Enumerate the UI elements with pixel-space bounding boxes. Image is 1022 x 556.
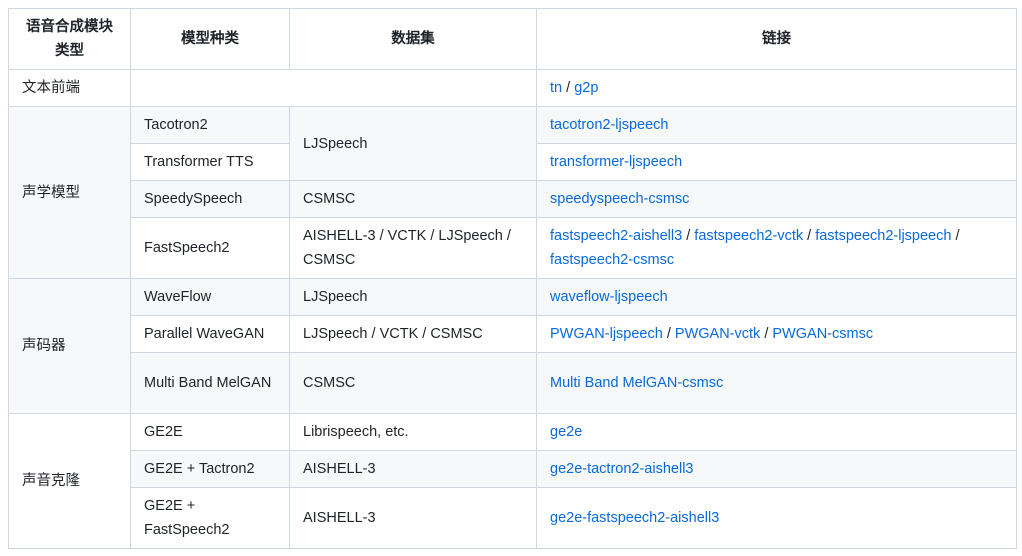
tts-modules-table: 语音合成模块类型 模型种类 数据集 链接 文本前端 tn / g2p 声学模型 Tac… xyxy=(8,8,1017,549)
model-link[interactable]: fastspeech2-csmsc xyxy=(550,252,674,268)
model-link[interactable]: tacotron2-ljspeech xyxy=(550,117,669,133)
link-separator: / xyxy=(803,228,816,244)
links-cell: speedyspeech-csmsc xyxy=(536,180,1017,218)
model-link[interactable]: PWGAN-csmsc xyxy=(772,326,873,342)
header-links: 链接 xyxy=(536,8,1017,70)
module-type-cell: 文本前端 xyxy=(8,69,131,107)
model-cell: WaveFlow xyxy=(130,278,290,316)
links-cell: Multi Band MelGAN-csmsc xyxy=(536,352,1017,414)
link-separator: / xyxy=(562,80,575,96)
model-link[interactable]: fastspeech2-ljspeech xyxy=(815,228,951,244)
model-cell: FastSpeech2 xyxy=(130,217,290,279)
model-link[interactable]: PWGAN-ljspeech xyxy=(550,326,663,342)
model-link[interactable]: waveflow-ljspeech xyxy=(550,289,668,305)
header-module-type: 语音合成模块类型 xyxy=(8,8,131,70)
links-cell: ge2e-tactron2-aishell3 xyxy=(536,450,1017,488)
dataset-cell: AISHELL-3 / VCTK / LJSpeech / CSMSC xyxy=(289,217,537,279)
header-dataset: 数据集 xyxy=(289,8,537,70)
table-row: 声音克隆 GE2E Librispeech, etc. ge2e xyxy=(8,413,1017,549)
model-cell: GE2E + Tactron2 xyxy=(130,450,290,488)
model-link[interactable]: transformer-ljspeech xyxy=(550,154,682,170)
model-link[interactable]: Multi Band MelGAN-csmsc xyxy=(550,375,723,391)
model-cell: GE2E xyxy=(130,413,290,451)
dataset-cell: Librispeech, etc. xyxy=(289,413,537,451)
model-cell: Tacotron2 xyxy=(130,106,290,144)
header-model: 模型种类 xyxy=(130,8,290,70)
model-link[interactable]: speedyspeech-csmsc xyxy=(550,191,689,207)
links-cell: tn / g2p xyxy=(536,69,1017,107)
model-cell: GE2E + FastSpeech2 xyxy=(130,487,290,549)
link-separator: / xyxy=(760,326,773,342)
dataset-cell: CSMSC xyxy=(289,352,537,414)
links-cell: tacotron2-ljspeech xyxy=(536,106,1017,144)
dataset-cell: CSMSC xyxy=(289,180,537,218)
model-cell: Multi Band MelGAN xyxy=(130,352,290,414)
model-cell: Parallel WaveGAN xyxy=(130,315,290,353)
model-cell: Transformer TTS xyxy=(130,143,290,181)
model-link[interactable]: fastspeech2-vctk xyxy=(694,228,803,244)
model-cell: SpeedySpeech xyxy=(130,180,290,218)
model-link[interactable]: ge2e xyxy=(550,424,582,440)
links-cell: fastspeech2-aishell3 / fastspeech2-vctk … xyxy=(536,217,1017,279)
table-row: 声码器 WaveFlow LJSpeech waveflow-ljspeech xyxy=(8,278,1017,414)
module-type-cell: 声音克隆 xyxy=(8,413,131,549)
table-row: SpeedySpeech CSMSC speedyspeech-csmsc xyxy=(8,180,1017,218)
dataset-cell: LJSpeech / VCTK / CSMSC xyxy=(289,315,537,353)
dataset-cell: AISHELL-3 xyxy=(289,487,537,549)
table-row: GE2E + FastSpeech2 AISHELL-3 ge2e-fastspee… xyxy=(8,487,1017,549)
table-row: GE2E + Tactron2 AISHELL-3 ge2e-tactron2-ai… xyxy=(8,450,1017,488)
table-row: 声学模型 Tacotron2 LJSpeech tacotron2-ljspeech xyxy=(8,106,1017,279)
header-row: 语音合成模块类型 模型种类 数据集 链接 xyxy=(8,8,1017,70)
table-row: Parallel WaveGAN LJSpeech / VCTK / CSMSC P… xyxy=(8,315,1017,353)
table-row: FastSpeech2 AISHELL-3 / VCTK / LJSpeech /… xyxy=(8,217,1017,279)
links-cell: waveflow-ljspeech xyxy=(536,278,1017,316)
links-cell: ge2e xyxy=(536,413,1017,451)
table-row: 文本前端 tn / g2p xyxy=(8,69,1017,107)
link-separator: / xyxy=(662,326,675,342)
model-link[interactable]: fastspeech2-aishell3 xyxy=(550,228,682,244)
table-row: Multi Band MelGAN CSMSC Multi Band MelGAN-… xyxy=(8,352,1017,414)
dataset-cell: LJSpeech xyxy=(289,278,537,316)
model-link[interactable]: PWGAN-vctk xyxy=(675,326,760,342)
link-separator: / xyxy=(682,228,695,244)
module-type-cell: 声码器 xyxy=(8,278,131,414)
model-link[interactable]: ge2e-fastspeech2-aishell3 xyxy=(550,510,719,526)
dataset-cell: AISHELL-3 xyxy=(289,450,537,488)
dataset-cell: LJSpeech xyxy=(289,106,537,181)
links-cell: PWGAN-ljspeech / PWGAN-vctk / PWGAN-csms… xyxy=(536,315,1017,353)
links-cell: ge2e-fastspeech2-aishell3 xyxy=(536,487,1017,549)
empty-cell xyxy=(130,69,537,107)
link-separator: / xyxy=(951,228,960,244)
model-link[interactable]: g2p xyxy=(574,80,598,96)
links-cell: transformer-ljspeech xyxy=(536,143,1017,181)
module-type-cell: 声学模型 xyxy=(8,106,131,279)
model-link[interactable]: tn xyxy=(550,80,562,96)
model-link[interactable]: ge2e-tactron2-aishell3 xyxy=(550,461,693,477)
